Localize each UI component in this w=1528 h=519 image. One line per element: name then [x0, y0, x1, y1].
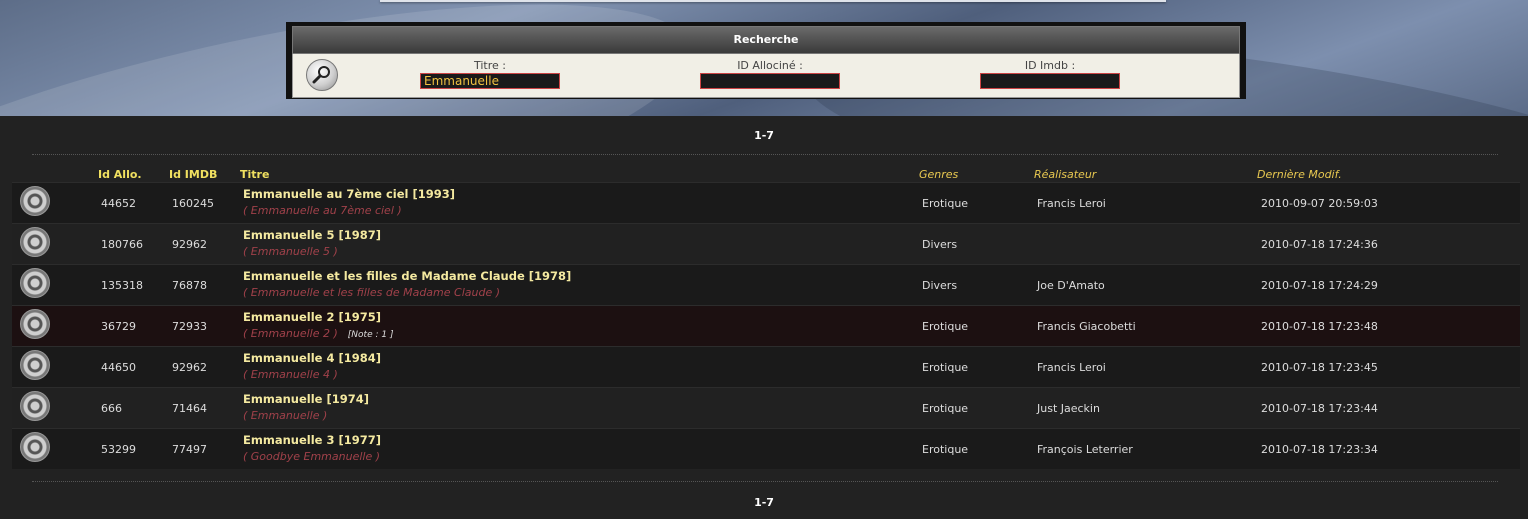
id-imdb-cell: 160245 [172, 197, 214, 210]
film-reel-icon[interactable] [20, 186, 50, 216]
original-title-text: ( Goodbye Emmanuelle ) [243, 450, 381, 463]
original-title-text: ( Emmanuelle au 7ème ciel ) [243, 204, 402, 217]
titre-input[interactable] [420, 73, 560, 89]
column-header-id-allo[interactable]: Id Allo. [98, 168, 142, 181]
film-reel-icon[interactable] [20, 268, 50, 298]
table-row[interactable]: 44652 160245 Emmanuelle au 7ème ciel [19… [12, 182, 1520, 223]
column-header-realisateur[interactable]: Réalisateur [1034, 168, 1096, 181]
original-title-text: ( Emmanuelle ) [243, 409, 328, 422]
genre-cell: Erotique [922, 361, 969, 374]
director-cell: Francis Leroi [1037, 197, 1106, 210]
imdb-input[interactable] [980, 73, 1120, 89]
column-header-id-imdb[interactable]: Id IMDB [169, 168, 217, 181]
genre-cell: Erotique [922, 197, 969, 210]
film-reel-icon[interactable] [20, 227, 50, 257]
film-title-link[interactable]: Emmanuelle 2 [1975] [243, 310, 381, 324]
column-header-titre[interactable]: Titre [240, 168, 269, 181]
film-reel-icon[interactable] [20, 391, 50, 421]
director-cell: Francis Leroi [1037, 361, 1106, 374]
director-cell: François Leterrier [1037, 443, 1133, 456]
search-panel: Recherche Titre : ID Allociné : ID Imdb … [286, 22, 1246, 99]
genre-cell: Erotique [922, 443, 969, 456]
original-title: ( Emmanuelle ) [243, 409, 327, 422]
id-imdb-cell: 71464 [172, 402, 207, 415]
modified-cell: 2010-07-18 17:23:45 [1261, 361, 1378, 374]
rating-note: [Note : 1 ] [347, 330, 394, 340]
id-allo-cell: 44650 [101, 361, 136, 374]
genre-cell: Erotique [922, 402, 969, 415]
pagination-bottom[interactable]: 1-7 [0, 496, 1528, 509]
table-row[interactable]: 135318 76878 Emmanuelle et les filles de… [12, 264, 1520, 305]
table-row[interactable]: 44650 92962 Emmanuelle 4 [1984] ( Emmanu… [12, 346, 1520, 387]
column-header-modif[interactable]: Dernière Modif. [1257, 168, 1342, 181]
film-title-link[interactable]: Emmanuelle 3 [1977] [243, 433, 381, 447]
original-title: ( Emmanuelle 4 ) [243, 368, 338, 381]
table-row[interactable]: 36729 72933 Emmanuelle 2 [1975] ( Emmanu… [12, 305, 1520, 346]
id-allo-cell: 44652 [101, 197, 136, 210]
id-allo-cell: 666 [101, 402, 122, 415]
id-allo-cell: 53299 [101, 443, 136, 456]
film-reel-icon[interactable] [20, 432, 50, 462]
table-row[interactable]: 53299 77497 Emmanuelle 3 [1977] ( Goodby… [12, 428, 1520, 469]
original-title: ( Emmanuelle 2 ) [Note : 1 ] [243, 327, 393, 340]
allocine-label: ID Allociné : [737, 59, 803, 72]
modified-cell: 2010-07-18 17:23:44 [1261, 402, 1378, 415]
id-imdb-cell: 92962 [172, 238, 207, 251]
allocine-input[interactable] [700, 73, 840, 89]
divider [32, 481, 1498, 482]
allocine-field: ID Allociné : [700, 59, 840, 89]
id-allo-cell: 180766 [101, 238, 143, 251]
magnifier-icon [312, 66, 330, 84]
modified-cell: 2010-09-07 20:59:03 [1261, 197, 1378, 210]
titre-field: Titre : [420, 59, 560, 89]
film-reel-icon[interactable] [20, 309, 50, 339]
titre-label: Titre : [473, 59, 506, 72]
modified-cell: 2010-07-18 17:24:29 [1261, 279, 1378, 292]
id-imdb-cell: 72933 [172, 320, 207, 333]
director-cell: Just Jaeckin [1037, 402, 1100, 415]
divider [32, 154, 1498, 155]
original-title: ( Emmanuelle au 7ème ciel ) [243, 204, 402, 217]
film-title-link[interactable]: Emmanuelle au 7ème ciel [1993] [243, 187, 455, 201]
film-title-link[interactable]: Emmanuelle [1974] [243, 392, 369, 406]
column-header-genres[interactable]: Genres [919, 168, 958, 181]
imdb-field: ID Imdb : [980, 59, 1120, 89]
genre-cell: Divers [922, 238, 958, 251]
modified-cell: 2010-07-18 17:23:34 [1261, 443, 1378, 456]
modified-cell: 2010-07-18 17:23:48 [1261, 320, 1378, 333]
original-title-text: ( Emmanuelle 4 ) [243, 368, 338, 381]
top-bar-edge [380, 0, 1166, 2]
id-imdb-cell: 76878 [172, 279, 207, 292]
genre-cell: Divers [922, 279, 958, 292]
id-allo-cell: 36729 [101, 320, 136, 333]
search-form: Titre : ID Allociné : ID Imdb : [292, 54, 1240, 98]
pagination-top[interactable]: 1-7 [0, 129, 1528, 142]
film-title-link[interactable]: Emmanuelle et les filles de Madame Claud… [243, 269, 571, 283]
original-title-text: ( Emmanuelle 5 ) [243, 245, 338, 258]
imdb-label: ID Imdb : [1024, 59, 1076, 72]
search-button[interactable] [306, 59, 338, 91]
film-title-link[interactable]: Emmanuelle 4 [1984] [243, 351, 381, 365]
id-allo-cell: 135318 [101, 279, 143, 292]
film-reel-icon[interactable] [20, 350, 50, 380]
genre-cell: Erotique [922, 320, 969, 333]
table-row[interactable]: 666 71464 Emmanuelle [1974] ( Emmanuelle… [12, 387, 1520, 428]
search-panel-title: Recherche [292, 26, 1240, 54]
director-cell: Joe D'Amato [1037, 279, 1105, 292]
id-imdb-cell: 77497 [172, 443, 207, 456]
director-cell: Francis Giacobetti [1037, 320, 1136, 333]
original-title-text: ( Emmanuelle et les filles de Madame Cla… [243, 286, 501, 299]
original-title: ( Emmanuelle 5 ) [243, 245, 338, 258]
original-title-text: ( Emmanuelle 2 ) [243, 327, 338, 340]
modified-cell: 2010-07-18 17:24:36 [1261, 238, 1378, 251]
original-title: ( Goodbye Emmanuelle ) [243, 450, 380, 463]
original-title: ( Emmanuelle et les filles de Madame Cla… [243, 286, 500, 299]
film-title-link[interactable]: Emmanuelle 5 [1987] [243, 228, 381, 242]
id-imdb-cell: 92962 [172, 361, 207, 374]
table-row[interactable]: 180766 92962 Emmanuelle 5 [1987] ( Emman… [12, 223, 1520, 264]
